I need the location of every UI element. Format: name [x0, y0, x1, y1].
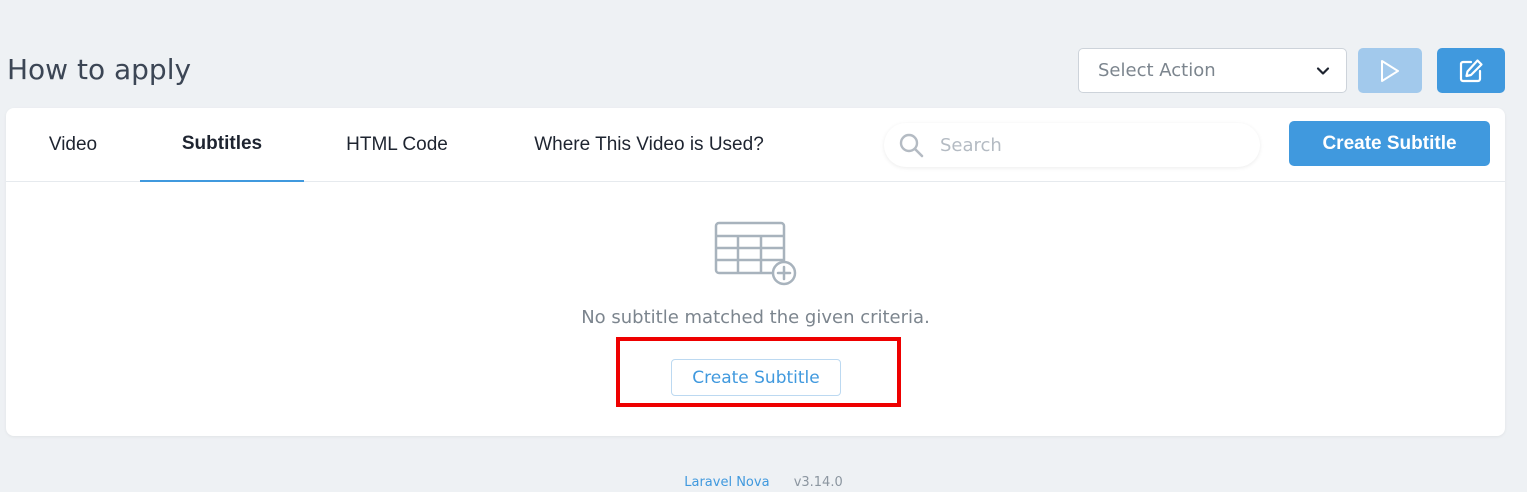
select-action-label: Select Action [1098, 60, 1216, 81]
footer-brand-link[interactable]: Laravel Nova [684, 475, 769, 490]
create-subtitle-button[interactable]: Create Subtitle [1289, 121, 1490, 166]
tab-subtitles[interactable]: Subtitles [140, 108, 304, 182]
chevron-down-icon [1316, 67, 1330, 75]
run-action-button[interactable] [1358, 48, 1422, 93]
tabs-bar: Video Subtitles HTML Code Where This Vid… [6, 108, 1505, 182]
edit-icon [1459, 58, 1483, 82]
search-input[interactable] [938, 131, 1238, 159]
search-box [884, 123, 1260, 167]
page-title: How to apply [7, 53, 192, 86]
search-icon [899, 133, 924, 158]
footer-version: v3.14.0 [793, 475, 843, 490]
footer: Laravel Nova v3.14.0 [0, 474, 1527, 492]
select-action-dropdown[interactable]: Select Action [1078, 48, 1347, 93]
resource-card: Video Subtitles HTML Code Where This Vid… [6, 108, 1505, 436]
tab-where-used[interactable]: Where This Video is Used? [490, 108, 808, 182]
table-add-icon [714, 221, 797, 286]
empty-state-message: No subtitle matched the given criteria. [581, 307, 930, 328]
edit-button[interactable] [1437, 48, 1505, 93]
tab-html-code[interactable]: HTML Code [304, 108, 490, 182]
tab-video[interactable]: Video [6, 108, 140, 182]
play-icon [1381, 59, 1399, 82]
empty-create-subtitle-button[interactable]: Create Subtitle [671, 359, 841, 396]
